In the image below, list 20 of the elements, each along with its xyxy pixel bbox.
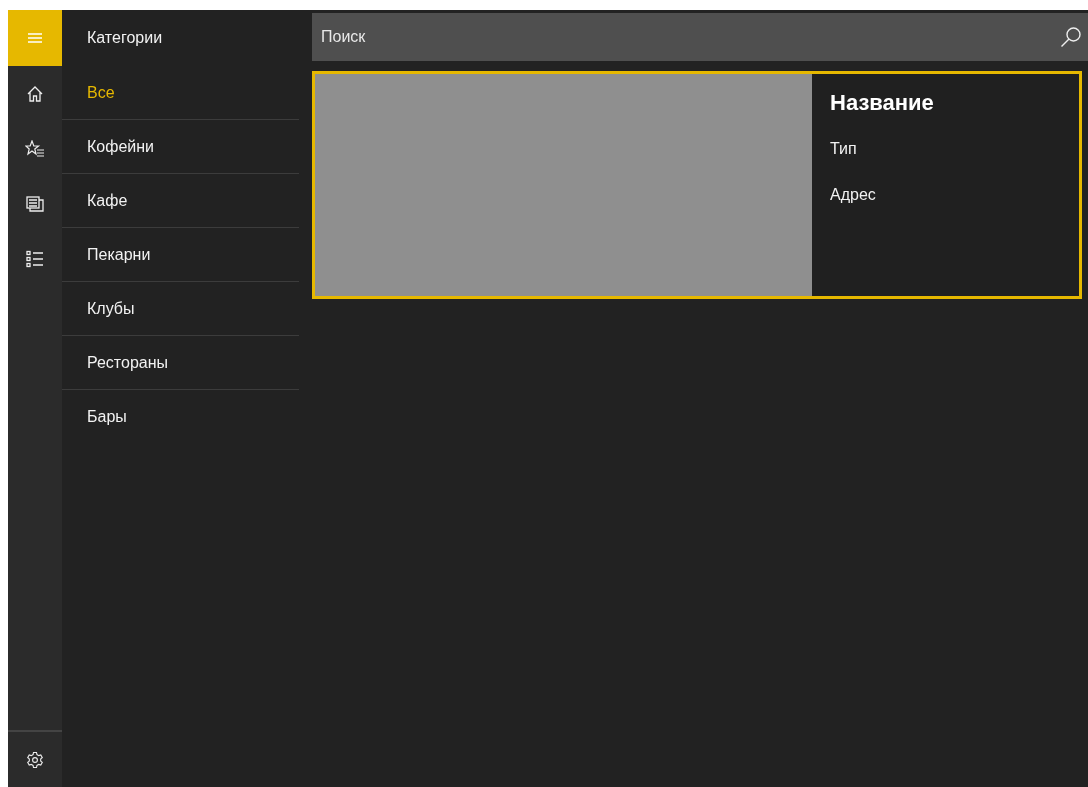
category-item[interactable]: Клубы	[62, 282, 299, 336]
category-item[interactable]: Все	[62, 66, 299, 120]
category-item[interactable]: Кафе	[62, 174, 299, 228]
search-icon[interactable]	[1060, 26, 1082, 48]
home-icon	[26, 84, 44, 103]
search-field[interactable]: Поиск	[312, 13, 1088, 61]
settings-icon	[26, 750, 44, 769]
category-item[interactable]: Рестораны	[62, 336, 299, 390]
star-list-icon	[25, 139, 45, 158]
checklist-icon	[26, 249, 44, 268]
category-item[interactable]: Пекарни	[62, 228, 299, 282]
categories-title: Категории	[86, 28, 164, 48]
newspaper-icon	[26, 195, 44, 212]
place-card[interactable]: Название Тип Адрес	[312, 71, 1082, 299]
place-type: Тип	[830, 140, 858, 158]
menu-icon	[28, 33, 42, 43]
place-address: Адрес	[830, 186, 877, 204]
category-item[interactable]: Бары	[62, 390, 299, 443]
category-item[interactable]: Кофейни	[62, 120, 299, 174]
place-title: Название	[830, 90, 935, 116]
